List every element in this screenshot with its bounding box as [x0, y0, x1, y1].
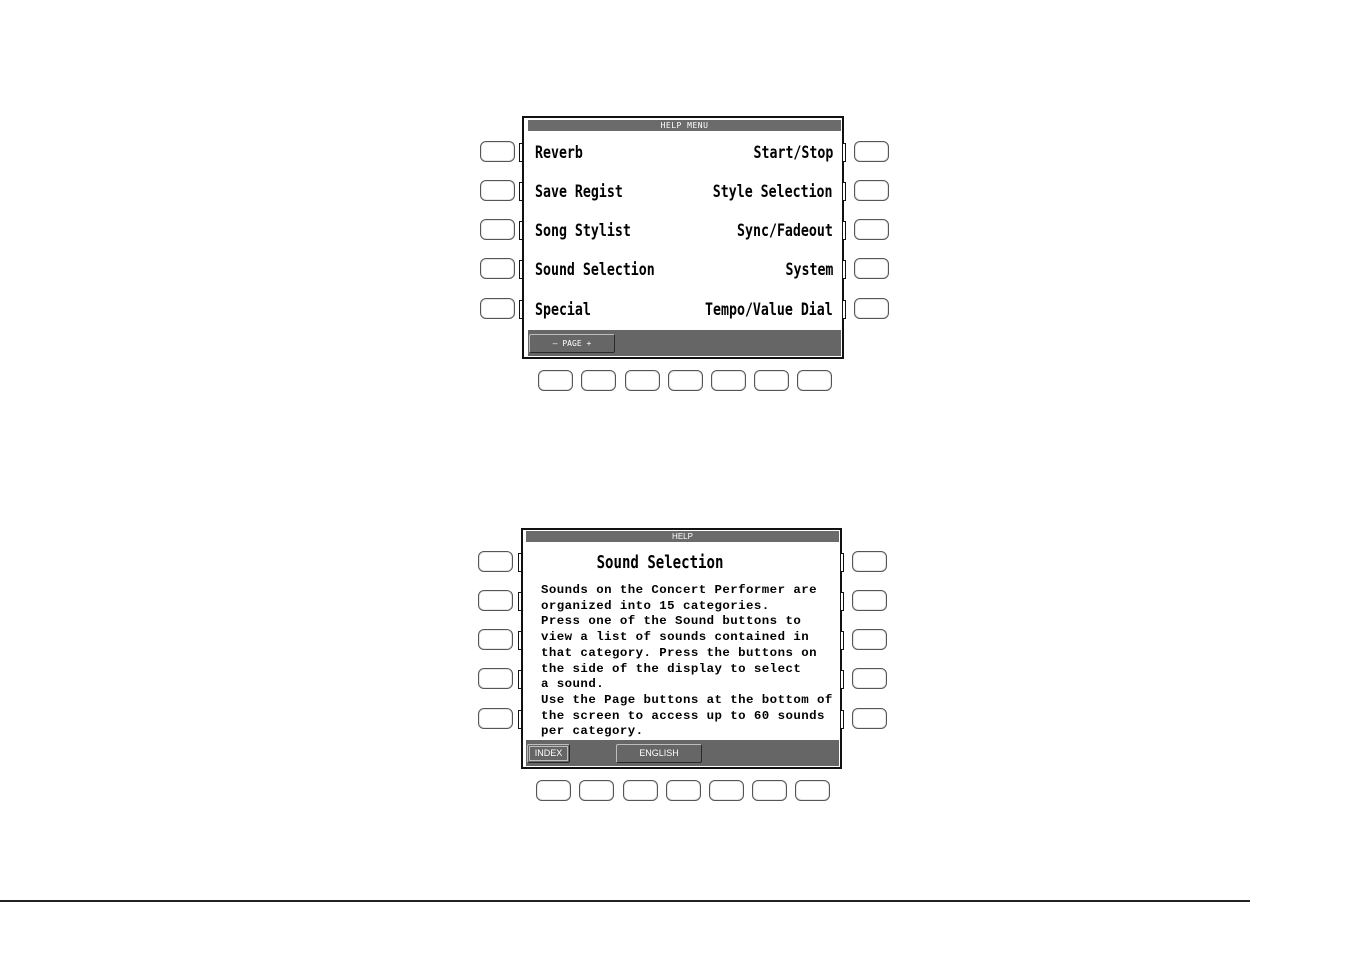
frame-bracket: [519, 221, 522, 240]
bottom-button-1[interactable]: [538, 370, 573, 391]
bottom-button-7[interactable]: [795, 780, 830, 801]
help-body-line: the side of the display to select: [541, 661, 802, 676]
side-button-left-3[interactable]: [478, 629, 513, 650]
side-button-left-5[interactable]: [480, 298, 515, 319]
bottom-button-3[interactable]: [623, 780, 658, 801]
help-body-line: that category. Press the buttons on: [541, 645, 817, 660]
help-body-line: organized into 15 categories.: [541, 598, 770, 613]
side-button-left-1[interactable]: [478, 551, 513, 572]
side-button-right-4[interactable]: [854, 258, 889, 279]
side-button-right-2[interactable]: [854, 180, 889, 201]
frame-bracket: [519, 143, 522, 162]
frame-bracket: [519, 260, 522, 279]
frame-bracket: [518, 592, 521, 611]
side-button-left-2[interactable]: [478, 590, 513, 611]
screen-title-bar: HELP: [526, 531, 839, 542]
side-button-right-3[interactable]: [854, 219, 889, 240]
side-button-left-2[interactable]: [480, 180, 515, 201]
side-button-right-1[interactable]: [854, 141, 889, 162]
side-button-left-5[interactable]: [478, 708, 513, 729]
side-button-right-5[interactable]: [854, 298, 889, 319]
bottom-button-6[interactable]: [754, 370, 789, 391]
bottom-button-4[interactable]: [668, 370, 703, 391]
menu-item-start-stop[interactable]: Start/Stop: [753, 143, 833, 163]
frame-bracket: [841, 553, 844, 572]
frame-bracket: [843, 300, 846, 319]
menu-item-sync-fadeout[interactable]: Sync/Fadeout: [737, 221, 833, 241]
screen-title-bar: HELP MENU: [528, 120, 841, 131]
bottom-button-2[interactable]: [579, 780, 614, 801]
index-button[interactable]: INDEX: [527, 744, 570, 763]
frame-bracket: [843, 143, 846, 162]
bottom-button-5[interactable]: [711, 370, 746, 391]
frame-bracket: [841, 670, 844, 689]
menu-item-tempo-value-dial[interactable]: Tempo/Value Dial: [705, 300, 833, 320]
help-body-line: Sounds on the Concert Performer are: [541, 583, 817, 597]
frame-bracket: [841, 592, 844, 611]
bottom-button-3[interactable]: [625, 370, 660, 391]
bottom-button-4[interactable]: [666, 780, 701, 801]
side-button-right-4[interactable]: [852, 668, 887, 689]
help-body-line: per category.: [541, 724, 644, 739]
frame-bracket: [519, 182, 522, 201]
help-body-line: Use the Page buttons at the bottom of: [541, 692, 833, 707]
menu-item-style-selection[interactable]: Style Selection: [713, 182, 833, 202]
frame-bracket: [841, 710, 844, 729]
help-body-line: the screen to access up to 60 sounds: [541, 708, 825, 723]
bottom-button-6[interactable]: [752, 780, 787, 801]
side-button-left-1[interactable]: [480, 141, 515, 162]
frame-bracket: [519, 300, 522, 319]
page-button[interactable]: – PAGE +: [529, 334, 615, 353]
menu-item-special[interactable]: Special: [535, 300, 591, 320]
frame-bracket: [843, 221, 846, 240]
side-button-left-4[interactable]: [478, 668, 513, 689]
help-body-text: Sounds on the Concert Performer are organ…: [541, 583, 833, 740]
help-body-line: view a list of sounds contained in: [541, 630, 810, 645]
help-body-line: Press one of the Sound buttons to: [541, 614, 802, 629]
menu-item-song-stylist[interactable]: Song Stylist: [535, 221, 631, 241]
page-divider-line: [0, 900, 1250, 902]
frame-bracket: [518, 710, 521, 729]
menu-item-save-regist[interactable]: Save Regist: [535, 182, 623, 202]
menu-item-sound-selection[interactable]: Sound Selection: [535, 260, 655, 280]
side-button-left-4[interactable]: [480, 258, 515, 279]
side-button-right-1[interactable]: [852, 551, 887, 572]
side-button-left-3[interactable]: [480, 219, 515, 240]
bottom-button-5[interactable]: [709, 780, 744, 801]
side-button-right-3[interactable]: [852, 629, 887, 650]
frame-bracket: [843, 182, 846, 201]
language-button[interactable]: ENGLISH: [616, 744, 702, 763]
frame-bracket: [841, 631, 844, 650]
help-topic-heading: Sound Selection: [596, 552, 724, 573]
frame-bracket: [518, 553, 521, 572]
frame-bracket: [518, 670, 521, 689]
side-button-right-5[interactable]: [852, 708, 887, 729]
bottom-button-2[interactable]: [581, 370, 616, 391]
menu-item-reverb[interactable]: Reverb: [535, 143, 583, 163]
frame-bracket: [518, 631, 521, 650]
menu-item-system[interactable]: System: [785, 260, 833, 280]
help-body-line: a sound.: [541, 677, 605, 692]
bottom-button-7[interactable]: [797, 370, 832, 391]
bottom-button-1[interactable]: [536, 780, 571, 801]
frame-bracket: [843, 260, 846, 279]
side-button-right-2[interactable]: [852, 590, 887, 611]
